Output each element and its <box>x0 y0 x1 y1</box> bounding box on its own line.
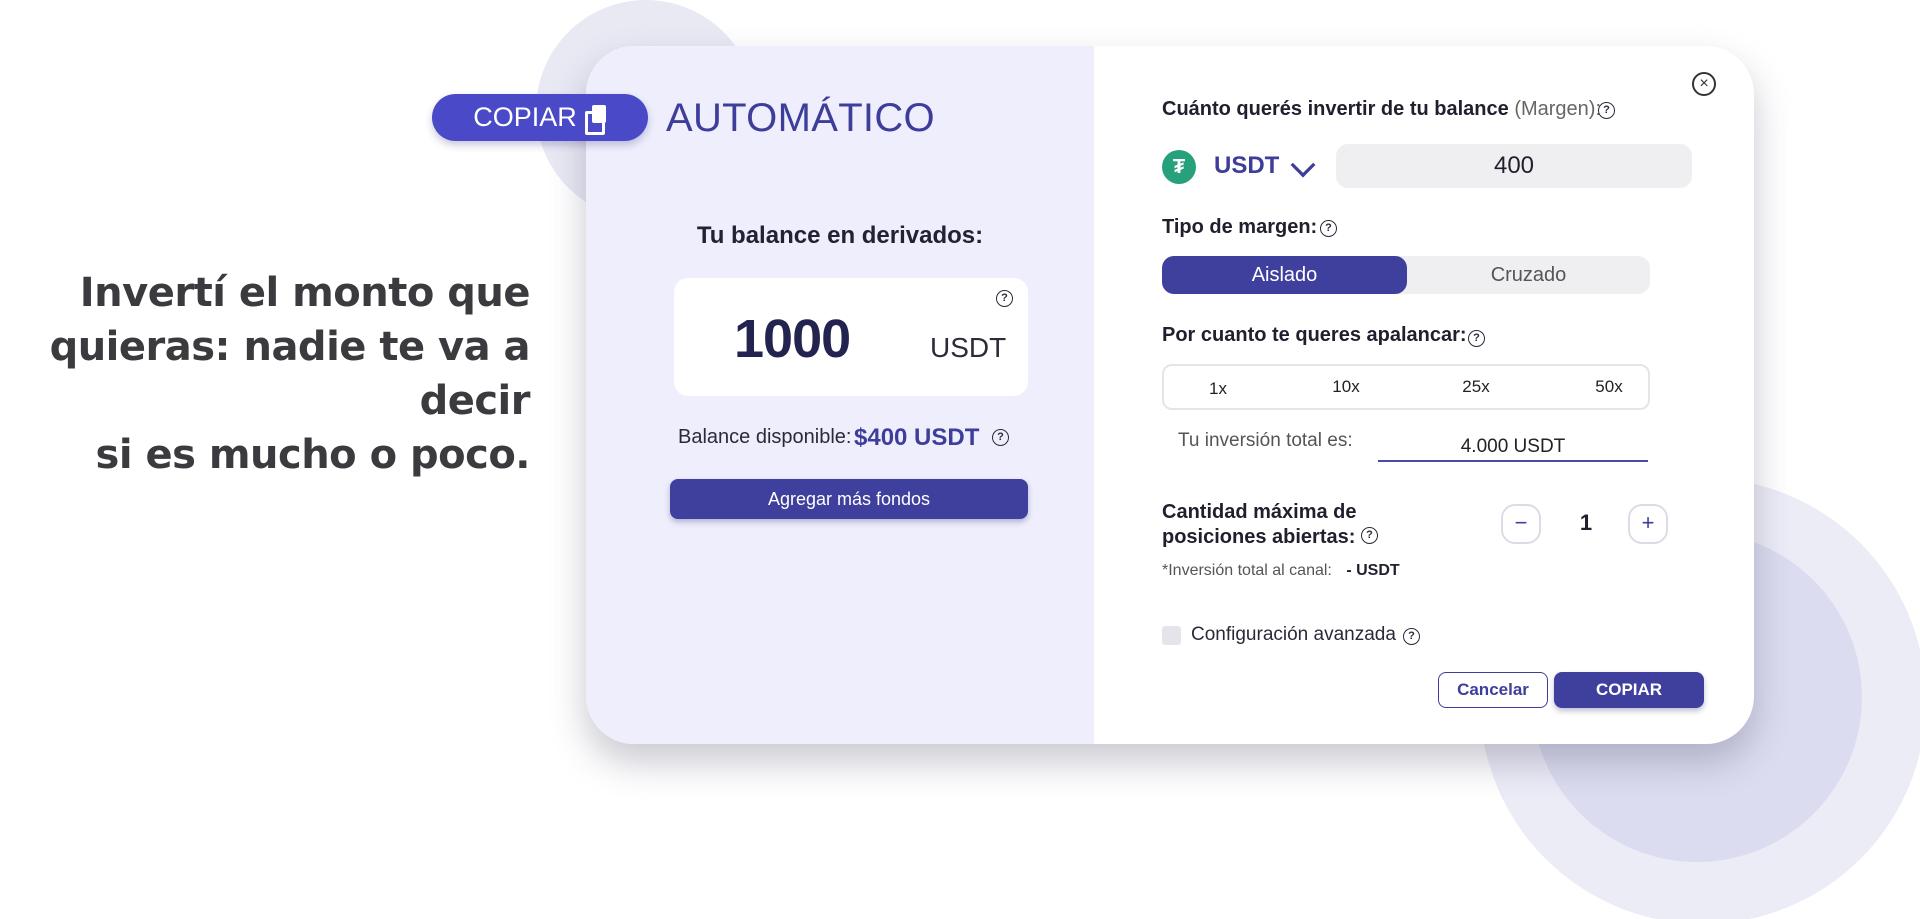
copy-badge-label: COPIAR <box>473 102 577 132</box>
invest-label-text: Cuánto querés invertir de tu balance <box>1162 98 1509 120</box>
help-icon[interactable]: ? <box>1320 220 1337 237</box>
headline: Invertí el monto que quieras: nadie te v… <box>0 266 531 482</box>
channel-total-label: *Inversión total al canal: <box>1162 562 1332 579</box>
automatic-title: AUTOMÁTICO <box>666 96 935 140</box>
channel-total-note: *Inversión total al canal: - USDT <box>1162 562 1400 580</box>
advanced-settings-checkbox[interactable] <box>1162 626 1181 645</box>
balance-title: Tu balance en derivados: <box>696 222 984 249</box>
balance-panel: Tu balance en derivados: 1000 USDT ? Bal… <box>586 46 1094 744</box>
decrement-button[interactable]: − <box>1501 504 1541 544</box>
max-positions-label: Cantidad máxima de posiciones abiertas: … <box>1162 500 1462 550</box>
add-funds-button[interactable]: Agregar más fondos <box>670 479 1028 519</box>
leverage-option-1x[interactable]: 1x <box>1178 368 1258 410</box>
channel-total-value: - USDT <box>1346 562 1400 579</box>
max-positions-label-text: Cantidad máxima de posiciones abiertas: <box>1162 501 1357 548</box>
leverage-selector: 1x 10x 25x 50x <box>1162 364 1650 410</box>
leverage-option-25x[interactable]: 25x <box>1436 366 1516 408</box>
copy-badge: COPIAR <box>432 94 648 141</box>
leverage-option-50x[interactable]: 50x <box>1569 366 1649 408</box>
headline-line-2: quieras: nadie te va a decir <box>49 324 531 424</box>
currency-select[interactable]: USDT <box>1214 152 1279 180</box>
leverage-option-10x[interactable]: 10x <box>1306 366 1386 408</box>
copy-button[interactable]: COPIAR <box>1554 672 1704 708</box>
leverage-label: Por cuanto te queres apalancar: <box>1162 324 1467 346</box>
tether-coin-icon: ₮ <box>1162 150 1196 184</box>
headline-line-3: si es mucho o poco. <box>95 432 531 478</box>
amount-input[interactable] <box>1336 144 1692 188</box>
advanced-settings-label: Configuración avanzada <box>1191 624 1396 645</box>
copy-icon <box>584 104 607 135</box>
total-investment-label: Tu inversión total es: <box>1178 430 1353 451</box>
help-icon[interactable]: ? <box>992 429 1009 446</box>
copy-settings-card: Tu balance en derivados: 1000 USDT ? Bal… <box>586 46 1754 744</box>
invest-label-margin: (Margen): <box>1514 98 1602 120</box>
invest-label: Cuánto querés invertir de tu balance (Ma… <box>1162 98 1601 121</box>
margin-option-aislado[interactable]: Aislado <box>1162 256 1407 294</box>
balance-amount: 1000 <box>734 309 851 369</box>
headline-line-1: Invertí el monto que <box>79 270 531 316</box>
margin-type-label: Tipo de margen: <box>1162 216 1318 238</box>
chevron-down-icon[interactable] <box>1290 152 1316 178</box>
cancel-button[interactable]: Cancelar <box>1438 672 1548 708</box>
total-investment-value: 4.000 USDT <box>1378 430 1648 462</box>
balance-box: 1000 USDT ? <box>674 278 1028 396</box>
margin-option-cruzado[interactable]: Cruzado <box>1407 256 1650 294</box>
close-icon[interactable]: × <box>1692 72 1716 96</box>
increment-button[interactable]: + <box>1628 504 1668 544</box>
available-balance-value: $400 USDT <box>854 424 980 451</box>
available-balance-label: Balance disponible: <box>678 426 852 448</box>
help-icon[interactable]: ? <box>1468 330 1485 347</box>
help-icon[interactable]: ? <box>1598 102 1615 119</box>
help-icon[interactable]: ? <box>1360 527 1378 545</box>
margin-type-toggle: Aislado Cruzado <box>1162 256 1650 294</box>
balance-unit: USDT <box>930 332 1007 363</box>
help-icon[interactable]: ? <box>996 290 1013 307</box>
max-positions-value: 1 <box>1579 510 1593 535</box>
help-icon[interactable]: ? <box>1403 628 1420 645</box>
